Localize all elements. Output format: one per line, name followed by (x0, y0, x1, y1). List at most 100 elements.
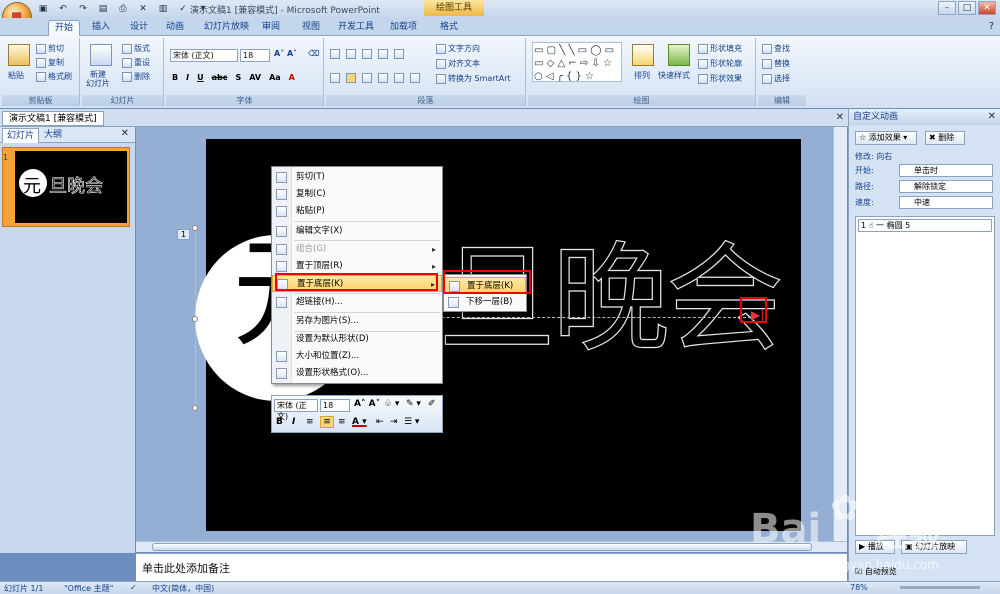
clear-format-icon[interactable]: ⌫ (308, 49, 319, 58)
format-painter-button[interactable]: 格式刷 (36, 71, 72, 82)
grow-font-button[interactable]: A˄ A˅ (274, 49, 297, 58)
shape-outline-button[interactable]: 形状轮廓 (698, 58, 742, 69)
close-pane-icon[interactable]: ✕ (121, 128, 129, 139)
shape-fill-button[interactable]: 形状填充 (698, 43, 742, 54)
underline-icon[interactable]: U (197, 73, 204, 82)
close-icon[interactable]: ✕ (978, 1, 996, 15)
menu-item-save-as-picture[interactable]: 另存为图片(S)... (272, 313, 442, 330)
align-center-icon[interactable] (346, 73, 356, 83)
change-case-icon[interactable]: Aa (269, 73, 281, 82)
layout-button[interactable]: 版式 (122, 43, 150, 54)
char-spacing-icon[interactable]: AV (249, 73, 261, 82)
tab-format[interactable]: 格式 (434, 20, 464, 36)
start-combo[interactable]: 单击时 (899, 164, 993, 177)
horizontal-scrollbar[interactable] (136, 541, 847, 552)
undo-icon[interactable]: ↶ (56, 3, 70, 16)
resize-handle[interactable] (192, 316, 198, 322)
decrease-indent-icon[interactable] (362, 49, 372, 59)
mini-align-right-icon[interactable]: ≡ (338, 417, 346, 427)
tab-insert[interactable]: 插入 (86, 20, 116, 36)
font-name-combo[interactable]: 宋体 (正文) (170, 49, 238, 62)
shape-effects-button[interactable]: 形状效果 (698, 73, 742, 84)
bold-icon[interactable]: B (172, 73, 178, 82)
mini-painter-icon[interactable]: ✐ (428, 399, 436, 409)
tab-addins[interactable]: 加载项 (384, 20, 423, 36)
tab-home[interactable]: 开始 (48, 20, 81, 36)
slide-thumbnail[interactable]: 元 旦晚会 (15, 151, 127, 223)
mini-decrease-indent-icon[interactable]: ⇤ (376, 417, 384, 427)
menu-item-size-position[interactable]: 大小和位置(Z)... (272, 348, 442, 365)
distributed-icon[interactable] (394, 73, 404, 83)
mini-increase-indent-icon[interactable]: ⇥ (390, 417, 398, 427)
align-text-button[interactable]: 对齐文本 (436, 58, 480, 69)
mini-align-left-icon[interactable]: ≡ (306, 417, 314, 427)
reset-button[interactable]: 重设 (122, 57, 150, 68)
font-color-icon[interactable]: A (289, 73, 295, 82)
mini-grow-font-icon[interactable]: A˄ A˅ (354, 399, 380, 409)
mini-fill-icon[interactable]: ✎ ▾ (406, 399, 421, 409)
menu-item-paste[interactable]: 粘贴(P) (272, 203, 442, 220)
tab-view[interactable]: 视图 (296, 20, 326, 36)
close-document-icon[interactable]: ✕ (836, 112, 844, 123)
document-tab[interactable]: 演示文稿1 [兼容模式] (2, 111, 104, 126)
tab-slides[interactable]: 幻灯片 (2, 128, 40, 143)
line-spacing-icon[interactable] (394, 49, 404, 59)
quick-print-icon[interactable]: ⎙ (116, 3, 130, 16)
strikethrough-icon[interactable]: abc (212, 73, 228, 82)
mini-bullets-icon[interactable]: ☰ ▾ (404, 417, 419, 427)
find-button[interactable]: 查找 (762, 43, 790, 54)
select-button[interactable]: 选择 (762, 73, 790, 84)
convert-smartart-button[interactable]: 转换为 SmartArt (436, 73, 511, 84)
font-size-combo[interactable]: 18 (240, 49, 270, 62)
align-left-icon[interactable] (330, 73, 340, 83)
notes-pane[interactable]: 单击此处添加备注 (136, 553, 847, 581)
path-combo[interactable]: 解除锁定 (899, 180, 993, 193)
justify-icon[interactable] (378, 73, 388, 83)
delete-slide-button[interactable]: 删除 (122, 71, 150, 82)
paste-button[interactable] (8, 44, 30, 66)
mini-align-center-icon[interactable]: ≡ (320, 416, 334, 428)
open-icon[interactable]: ▤ (96, 3, 110, 16)
mini-size-combo[interactable]: 18 (320, 399, 350, 412)
tab-developer[interactable]: 开发工具 (332, 20, 380, 36)
vertical-scrollbar[interactable] (833, 127, 847, 541)
mini-bold-icon[interactable]: B (276, 417, 283, 427)
tab-slideshow[interactable]: 幻灯片放映 (198, 20, 255, 36)
maximize-icon[interactable]: □ (958, 1, 976, 15)
scroll-thumb[interactable] (152, 543, 812, 551)
cut-button[interactable]: 剪切 (36, 43, 64, 54)
copy-button[interactable]: 复制 (36, 57, 64, 68)
mini-format-painter-icon[interactable]: ♧ ▾ (384, 399, 399, 409)
close-pane-icon[interactable]: ✕ (988, 111, 996, 122)
italic-icon[interactable]: I (186, 73, 189, 82)
mini-italic-icon[interactable]: I (292, 417, 295, 427)
tab-outline[interactable]: 大纲 (40, 128, 66, 143)
submenu-item-send-backward[interactable]: 下移一层(B) (444, 294, 526, 311)
replace-button[interactable]: 替换 (762, 58, 790, 69)
text-direction-button[interactable]: 文字方向 (436, 43, 480, 54)
resize-handle[interactable] (192, 225, 198, 231)
resize-handle[interactable] (192, 405, 198, 411)
increase-indent-icon[interactable] (378, 49, 388, 59)
add-effect-button[interactable]: ☆ 添加效果 ▾ (855, 131, 917, 145)
help-icon[interactable]: ? (989, 21, 994, 32)
menu-item-set-default-shape[interactable]: 设置为默认形状(D) (272, 331, 442, 348)
animation-list-item[interactable]: 1 ☝ 一 椭圆 5 (858, 219, 992, 232)
tab-design[interactable]: 设计 (124, 20, 154, 36)
new-slide-icon[interactable]: ▥ (156, 3, 170, 16)
menu-item-cut[interactable]: 剪切(T) (272, 169, 442, 186)
menu-item-copy[interactable]: 复制(C) (272, 186, 442, 203)
save-icon[interactable]: ▣ (36, 3, 50, 16)
shadow-icon[interactable]: S (235, 73, 241, 82)
spelling-icon[interactable]: ✓ (176, 3, 190, 16)
tab-review[interactable]: 审阅 (256, 20, 286, 36)
columns-icon[interactable] (410, 73, 420, 83)
speed-combo[interactable]: 中速 (899, 196, 993, 209)
mini-font-combo[interactable]: 宋体 (正文) (274, 399, 318, 421)
mini-font-color-icon[interactable]: A ▾ (352, 417, 367, 427)
align-right-icon[interactable] (362, 73, 372, 83)
menu-item-format-shape[interactable]: 设置形状格式(O)... (272, 365, 442, 382)
minimize-icon[interactable]: – (938, 1, 956, 15)
bullets-icon[interactable] (330, 49, 340, 59)
numbering-icon[interactable] (346, 49, 356, 59)
